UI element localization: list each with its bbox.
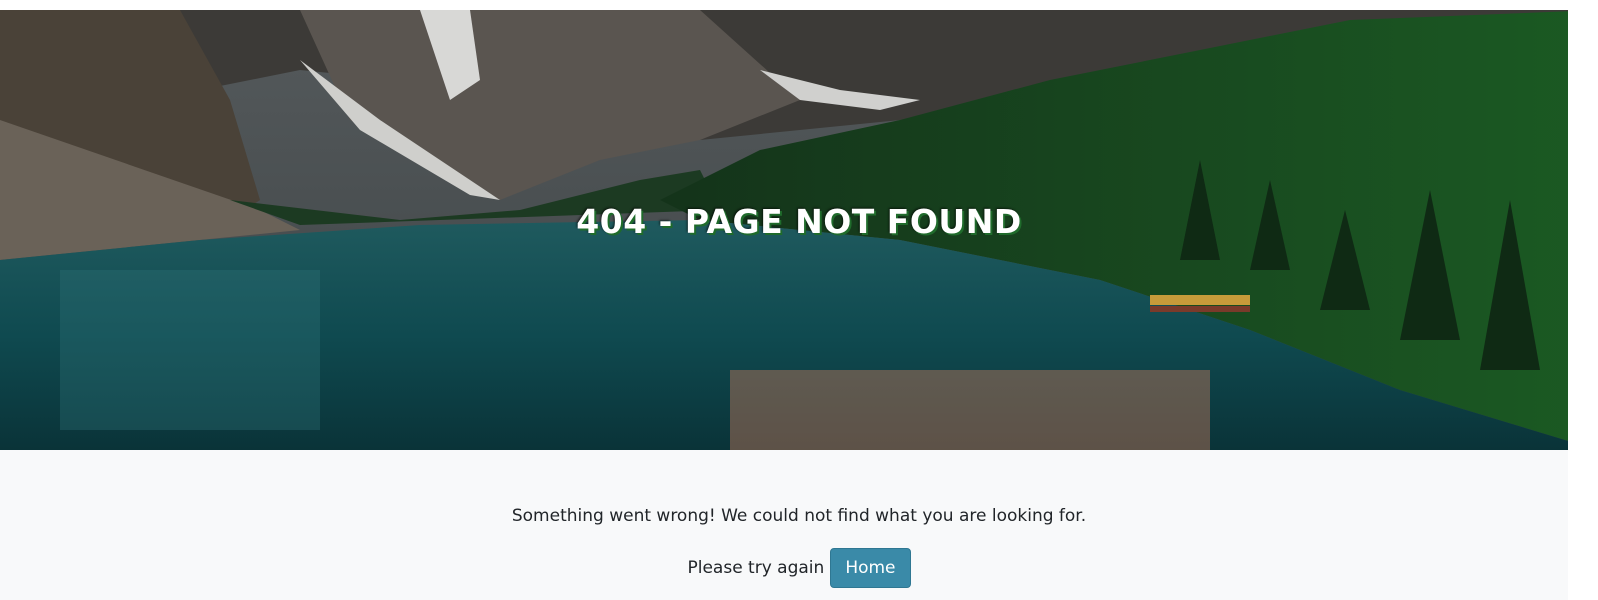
home-button[interactable]: Home: [830, 548, 911, 588]
page-title: 404 - PAGE NOT FOUND: [576, 202, 1022, 241]
retry-row: Please try again Home: [0, 548, 1598, 588]
hero-banner: 404 - PAGE NOT FOUND: [0, 10, 1598, 450]
error-message: Something went wrong! We could not find …: [511, 506, 1087, 526]
retry-text: Please try again: [687, 558, 825, 578]
error-content: Something went wrong! We could not find …: [0, 450, 1598, 600]
scrollbar-area: [1568, 0, 1598, 600]
top-strip: [0, 0, 1598, 10]
page: 404 - PAGE NOT FOUND Something went wron…: [0, 0, 1598, 600]
